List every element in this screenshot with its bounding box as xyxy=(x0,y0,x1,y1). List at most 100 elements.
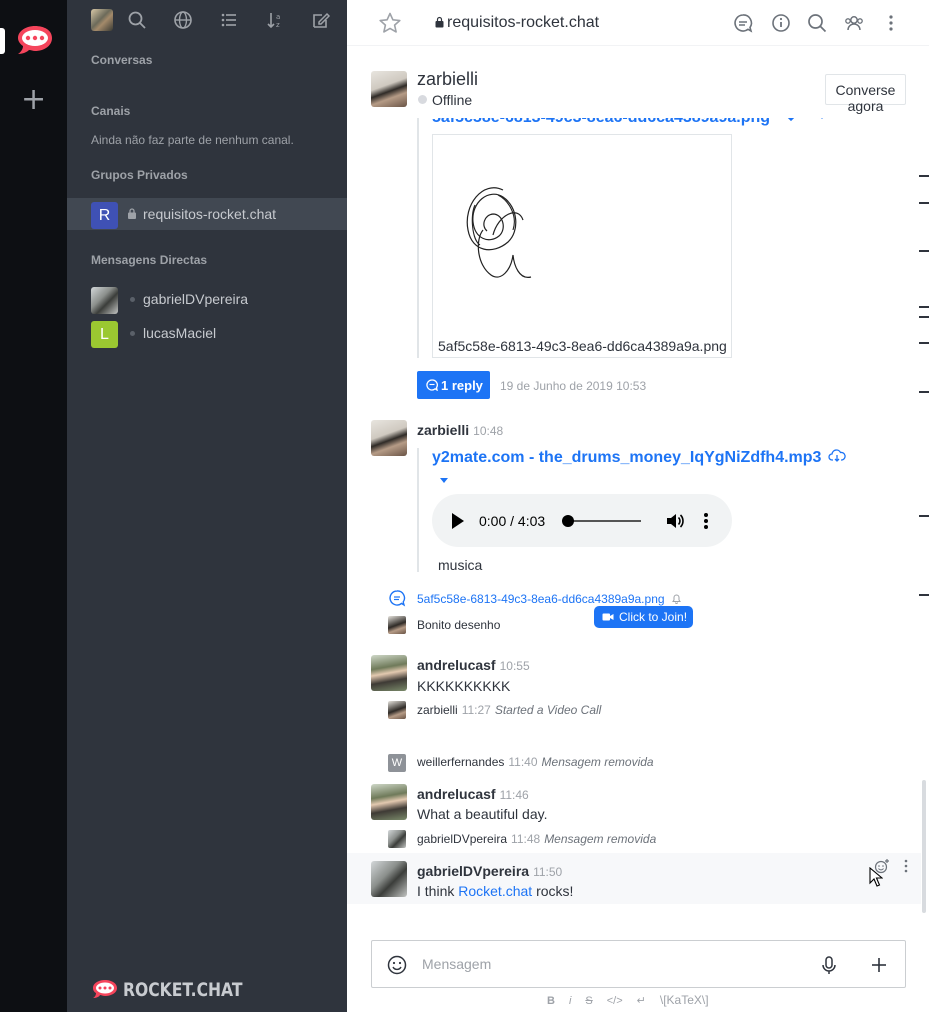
svg-text:a: a xyxy=(276,13,280,21)
room-info-icon[interactable] xyxy=(770,12,792,34)
compose-edit-icon[interactable] xyxy=(310,9,332,31)
volume-icon[interactable] xyxy=(665,511,685,531)
code-button[interactable]: </> xyxy=(607,995,623,1007)
message-author[interactable]: andrelucasf 10:55 xyxy=(417,657,530,673)
microphone-icon[interactable] xyxy=(818,954,840,976)
rocket-chat-server-icon[interactable] xyxy=(14,20,56,62)
avatar[interactable] xyxy=(371,784,407,820)
scroll-marker xyxy=(919,202,929,204)
audio-player[interactable]: 0:00 / 4:03 xyxy=(432,494,732,547)
search-messages-icon[interactable] xyxy=(806,12,828,34)
thread-link-text: 5af5c58e-6813-49c3-8ea6-dd6ca4389a9a.png xyxy=(417,592,665,606)
reply-thread-button[interactable]: 1 reply xyxy=(417,371,490,399)
message-list[interactable]: 5af5c58e-6813-49c3-8ea6-dd6ca4389a9a.png… xyxy=(347,118,929,918)
bell-icon[interactable] xyxy=(671,593,682,604)
avatar[interactable] xyxy=(388,616,406,634)
katex-link[interactable]: \[KaTeX\] xyxy=(660,993,709,1007)
scroll-marker xyxy=(919,515,929,517)
current-user-avatar[interactable] xyxy=(91,9,113,31)
attachment-file-link[interactable]: 5af5c58e-6813-49c3-8ea6-dd6ca4389a9a.png xyxy=(432,118,770,127)
dm-user-bar: zarbielli Offline Converse agora xyxy=(347,62,929,118)
lock-icon xyxy=(128,208,136,219)
scroll-marker xyxy=(919,391,929,393)
italic-button[interactable]: i xyxy=(569,995,571,1007)
join-video-call-button[interactable]: Click to Join! xyxy=(594,606,693,628)
discussion-icon[interactable] xyxy=(732,12,754,34)
audio-more-options-icon[interactable] xyxy=(702,511,710,531)
list-view-icon[interactable] xyxy=(218,9,240,31)
play-icon[interactable] xyxy=(452,513,464,529)
strike-button[interactable]: S xyxy=(585,995,592,1007)
dm-user-avatar[interactable] xyxy=(371,71,407,107)
author-name: gabrielDVpereira xyxy=(417,863,530,879)
download-icon[interactable] xyxy=(782,118,800,124)
sidebar-toolbar: az xyxy=(91,6,341,34)
status-indicator xyxy=(418,95,427,104)
dm-user-name[interactable]: zarbielli xyxy=(417,69,478,90)
message-composer xyxy=(371,940,906,988)
audio-seek-handle[interactable] xyxy=(562,515,574,527)
scroll-marker xyxy=(919,342,929,344)
scroll-marker xyxy=(919,175,929,177)
collapse-caret-icon[interactable] xyxy=(438,476,450,486)
image-attachment[interactable]: 5af5c58e-6813-49c3-8ea6-dd6ca4389a9a.png xyxy=(432,134,732,358)
room-header: requisitos-rocket.chat xyxy=(347,0,929,46)
favorite-star-icon[interactable] xyxy=(378,11,402,35)
members-icon[interactable] xyxy=(843,12,865,34)
status-indicator xyxy=(130,331,135,336)
sort-icon[interactable]: az xyxy=(264,9,286,31)
brand-wordmark: ROCKET.CHAT xyxy=(123,979,243,1001)
message-author[interactable]: andrelucasf 11:46 xyxy=(417,786,529,802)
avatar[interactable] xyxy=(371,420,407,456)
system-message: gabrielDVpereira 11:48 Mensagem removida xyxy=(417,832,656,846)
avatar[interactable] xyxy=(371,655,407,691)
attachment-border xyxy=(417,118,419,358)
thread-reply-text: Bonito desenho xyxy=(417,618,501,632)
sidebar-item-gabrieldvpereira[interactable]: gabrielDVpereira xyxy=(67,283,347,315)
scroll-marker xyxy=(919,250,929,252)
message-input[interactable] xyxy=(422,953,802,975)
message-author[interactable]: zarbielli 10:48 xyxy=(417,422,503,438)
message-text: KKKKKKKKKK xyxy=(417,678,511,694)
scroll-marker xyxy=(919,306,929,308)
system-message: weillerfernandes 11:40 Mensagem removida xyxy=(417,755,654,769)
svg-text:z: z xyxy=(276,21,280,29)
audio-file-link[interactable]: y2mate.com - the_drums_money_IqYgNiZdfh4… xyxy=(432,449,821,467)
kebab-menu-icon[interactable] xyxy=(880,12,902,34)
sidebar: az Conversas Canais Ainda não faz parte … xyxy=(67,0,347,1012)
message-time: 10:55 xyxy=(499,659,530,673)
message-link[interactable]: Rocket.chat xyxy=(458,883,532,899)
multiline-button[interactable]: ↵ xyxy=(637,994,646,1007)
sidebar-item-requisitos-rocket-chat[interactable]: R requisitos-rocket.chat xyxy=(67,198,347,230)
collapse-caret-icon[interactable] xyxy=(816,118,828,122)
avatar[interactable] xyxy=(371,861,407,897)
download-cloud-icon[interactable] xyxy=(828,448,846,464)
avatar[interactable] xyxy=(388,701,406,719)
audio-seek-bar[interactable] xyxy=(563,520,641,522)
thread-link[interactable]: 5af5c58e-6813-49c3-8ea6-dd6ca4389a9a.png xyxy=(417,592,682,606)
avatar[interactable] xyxy=(388,830,406,848)
avatar: L xyxy=(91,321,118,348)
private-groups-heading: Grupos Privados xyxy=(91,168,188,182)
room-title-text: requisitos-rocket.chat xyxy=(447,14,600,31)
bold-button[interactable]: B xyxy=(547,995,555,1007)
talk-now-button[interactable]: Converse agora xyxy=(825,74,906,114)
add-server-icon[interactable]: + xyxy=(21,85,46,115)
author-name: weillerfernandes xyxy=(417,755,505,769)
sidebar-item-lucasmaciel[interactable]: L lucasMaciel xyxy=(67,317,347,349)
plus-icon[interactable] xyxy=(868,954,890,976)
system-text: Mensagem removida xyxy=(541,755,654,769)
lock-icon xyxy=(435,16,444,28)
search-icon[interactable] xyxy=(126,9,148,31)
emoji-icon[interactable] xyxy=(386,954,408,976)
message-text: What a beautiful day. xyxy=(417,806,548,822)
message-menu-icon[interactable] xyxy=(903,859,909,873)
scrollbar-thumb[interactable] xyxy=(922,780,926,913)
conversations-heading: Conversas xyxy=(91,53,153,67)
audio-time: 0:00 / 4:03 xyxy=(479,513,546,529)
avatar[interactable]: W xyxy=(388,754,406,772)
directory-globe-icon[interactable] xyxy=(172,9,194,31)
message-time: 11:48 xyxy=(511,832,541,846)
message-author[interactable]: gabrielDVpereira 11:50 xyxy=(417,863,562,879)
author-name: andrelucasf xyxy=(417,786,496,802)
